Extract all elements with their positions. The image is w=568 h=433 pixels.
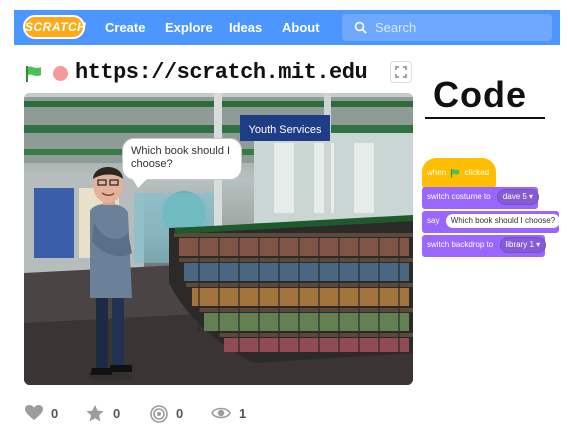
fullscreen-button[interactable] xyxy=(390,61,412,83)
project-url: https://scratch.mit.edu xyxy=(75,60,368,85)
search-input[interactable]: Search xyxy=(342,14,552,41)
speech-bubble: Which book should I choose? xyxy=(122,138,242,180)
views-count: 1 xyxy=(239,406,247,421)
eye-icon xyxy=(211,407,231,419)
youth-services-sign: Youth Services xyxy=(249,124,322,136)
nav-create[interactable]: Create xyxy=(105,10,145,45)
fullscreen-icon xyxy=(395,66,407,78)
green-flag-icon xyxy=(451,168,460,178)
switch-costume-block[interactable]: switch costume to dave 5 ▾ xyxy=(422,187,540,209)
nav-ideas[interactable]: Ideas xyxy=(229,10,262,45)
backdrop-dropdown[interactable]: library 1 ▾ xyxy=(499,237,547,253)
library-backdrop: Youth Services xyxy=(24,93,413,385)
clicked-label: clicked xyxy=(464,168,490,177)
nav-about[interactable]: About xyxy=(282,10,320,45)
code-underline xyxy=(425,117,545,119)
remixes-count: 0 xyxy=(176,406,184,421)
loves-count: 0 xyxy=(51,406,59,421)
code-heading: Code xyxy=(433,74,527,115)
switch-backdrop-label: switch backdrop to xyxy=(427,240,494,249)
say-block[interactable]: say Which book should I choose? xyxy=(422,211,561,233)
favorites-count: 0 xyxy=(113,406,121,421)
when-flag-clicked-block[interactable]: when clicked xyxy=(422,158,496,188)
green-flag-icon[interactable] xyxy=(24,64,44,84)
say-label: say xyxy=(427,216,440,225)
switch-backdrop-block[interactable]: switch backdrop to library 1 ▾ xyxy=(422,235,547,257)
stop-icon[interactable] xyxy=(53,66,68,81)
say-input[interactable]: Which book should I choose? xyxy=(445,214,561,228)
search-icon xyxy=(354,21,367,34)
switch-costume-label: switch costume to xyxy=(427,192,491,201)
star-icon xyxy=(86,405,104,422)
search-placeholder: Search xyxy=(375,20,417,35)
heart-icon xyxy=(25,405,43,420)
costume-dropdown[interactable]: dave 5 ▾ xyxy=(496,189,540,205)
speech-bubble-tail xyxy=(132,178,148,188)
project-stage[interactable]: Youth Services Which book should I choos… xyxy=(24,93,413,385)
scratch-logo[interactable]: SCRATCH xyxy=(23,15,86,39)
when-label: when xyxy=(427,168,447,177)
remix-icon xyxy=(150,405,168,423)
top-nav: SCRATCH Create Explore Ideas About Searc… xyxy=(14,10,560,45)
nav-explore[interactable]: Explore xyxy=(165,10,213,45)
